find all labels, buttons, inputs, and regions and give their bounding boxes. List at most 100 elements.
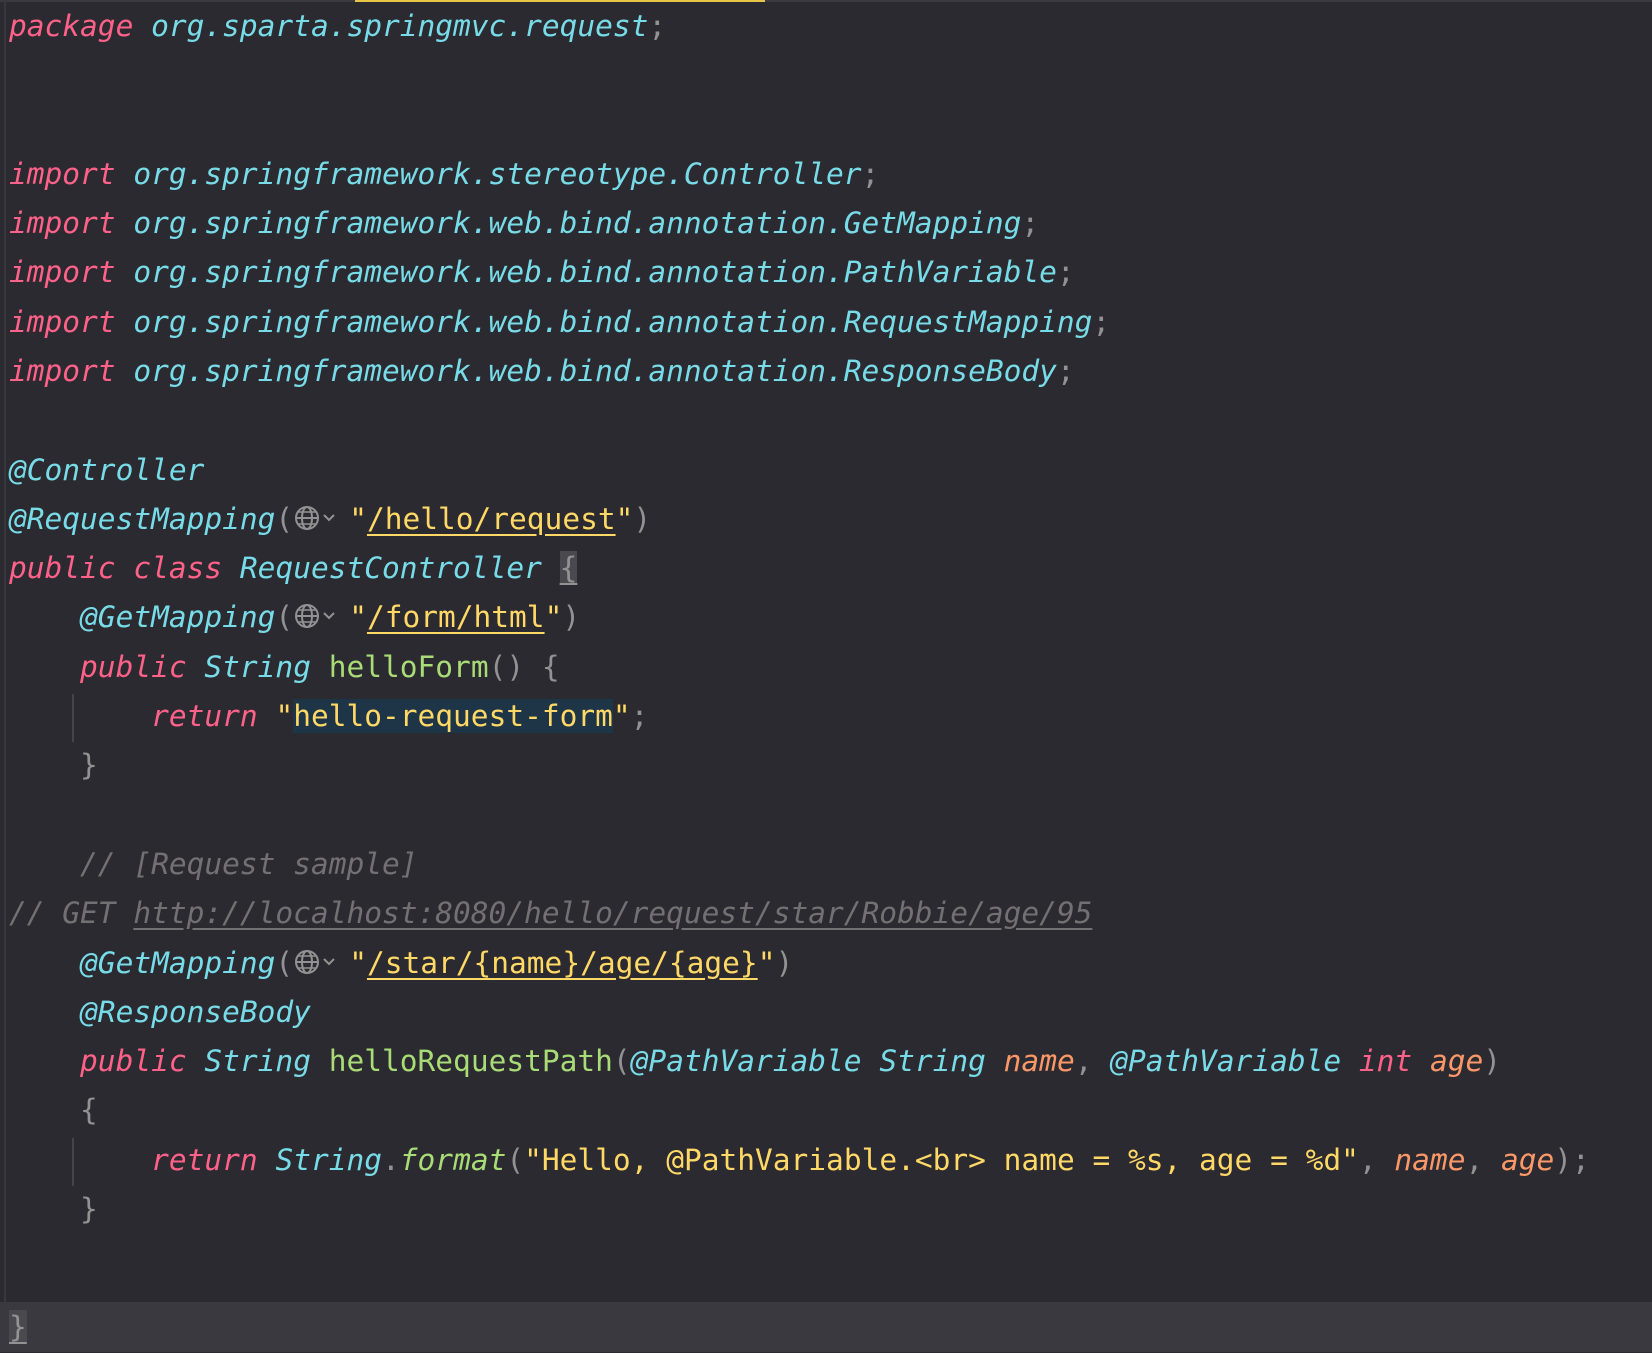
string-quote: " [349,946,367,980]
type: String [275,1143,383,1177]
annotation: @PathVariable [630,1044,862,1078]
editor-gutter-border [4,0,6,1352]
keyword: public [80,650,187,684]
punctuation: ; [1021,206,1040,240]
punctuation: ( [275,946,294,980]
url-path-link[interactable]: /hello/request [367,502,616,536]
keyword: package [9,9,134,43]
import-path: org.springframework.web.bind.annotation.… [133,354,1057,388]
code-line-annotation[interactable]: @Controller [9,444,204,496]
comment: // GET [9,896,134,930]
keyword: return [151,1143,258,1177]
code-line-return[interactable]: return "hello-request-form"; [9,690,648,742]
method-call: format [399,1143,507,1177]
annotation: @RequestMapping [9,502,276,536]
import-path: org.springframework.web.bind.annotation.… [133,255,1057,289]
package-name: org.sparta.springmvc.request [151,9,649,43]
punctuation: , [1358,1143,1377,1177]
parameter: name [1003,1044,1075,1078]
punctuation: . [382,1143,400,1177]
punctuation: ); [1554,1143,1590,1177]
code-line-package[interactable]: package org.sparta.springmvc.request; [9,0,666,52]
code-line-comment[interactable]: // [Request sample] [9,838,418,890]
code-line-method-helloform[interactable]: public String helloForm() { [9,641,560,693]
keyword: import [9,255,116,289]
punctuation: { [80,1093,98,1127]
punctuation: ; [1056,255,1075,289]
type: String [879,1044,986,1078]
keyword: import [9,206,116,240]
code-line-open-brace[interactable]: { [9,1084,98,1136]
punctuation: , [1465,1143,1484,1177]
class-name: RequestController [239,551,542,585]
code-line-import[interactable]: import org.springframework.web.bind.anno… [9,345,1075,397]
string-quote: " [349,600,367,634]
keyword: int [1358,1044,1413,1078]
import-path: org.springframework.stereotype.Controlle… [133,157,862,191]
current-line-highlight [0,1302,1652,1352]
punctuation: , [1074,1044,1093,1078]
matched-brace: } [9,1310,27,1344]
code-line-request-mapping[interactable]: @RequestMapping("/hello/request") [9,493,651,545]
method-name: helloForm [328,650,489,684]
punctuation: { [541,650,560,684]
code-line-get-mapping[interactable]: @GetMapping( "/star/{name}/age/{age}") [9,937,793,989]
punctuation: ) [1483,1044,1502,1078]
string-literal: "Hello, @PathVariable.<br> name = %s, ag… [524,1143,1359,1177]
code-line-close-class[interactable]: } [9,1301,27,1353]
code-line-comment[interactable]: // GET http://localhost:8080/hello/reque… [9,887,1092,939]
argument: name [1394,1143,1466,1177]
code-line-import[interactable]: import org.springframework.web.bind.anno… [9,246,1075,298]
annotation: @GetMapping [80,600,276,634]
string-quote: " [615,502,634,536]
code-editor[interactable]: package org.sparta.springmvc.request; im… [0,0,1652,1352]
punctuation: ( [506,1143,525,1177]
keyword: public [9,551,116,585]
code-line-close-brace[interactable]: } [9,739,98,791]
globe-dropdown-icon[interactable] [293,947,349,977]
code-line-get-mapping[interactable]: @GetMapping( "/form/html") [9,591,580,643]
annotation: @GetMapping [80,946,276,980]
code-line-return-format[interactable]: return String.format("Hello, @PathVariab… [9,1134,1590,1186]
globe-dropdown-icon[interactable] [293,601,349,631]
keyword: public [80,1044,187,1078]
punctuation: ( [612,1044,631,1078]
string-quote: " [275,699,294,733]
string-quote: " [757,946,776,980]
type: String [204,650,311,684]
code-line-import[interactable]: import org.springframework.web.bind.anno… [9,296,1110,348]
keyword: import [9,157,116,191]
comment: // [Request sample] [80,847,418,881]
string-quote: " [544,600,563,634]
punctuation: ; [648,9,667,43]
annotation: @Controller [9,453,205,487]
code-line-close-brace[interactable]: } [9,1183,98,1235]
parameter: age [1429,1044,1484,1078]
string-quote: " [612,699,631,733]
keyword: class [133,551,223,585]
comment-url-link[interactable]: http://localhost:8080/hello/request/star… [133,896,1092,930]
method-name: helloRequestPath [328,1044,613,1078]
globe-dropdown-icon[interactable] [293,503,349,533]
keyword: import [9,354,116,388]
code-line-method-hellorequestpath[interactable]: public String helloRequestPath(@PathVari… [9,1035,1501,1087]
punctuation: ) [775,946,794,980]
keyword: import [9,305,116,339]
type: String [204,1044,311,1078]
punctuation: } [80,1192,98,1226]
code-line-annotation[interactable]: @ResponseBody [9,986,311,1038]
url-path-link[interactable]: /form/html [367,600,545,634]
punctuation: ( [275,600,294,634]
annotation: @PathVariable [1110,1044,1342,1078]
punctuation: ) [562,600,581,634]
selected-string: hello-request-form [293,699,613,733]
url-path-link[interactable]: /star/{name}/age/{age} [367,946,758,980]
argument: age [1500,1143,1555,1177]
code-line-import[interactable]: import org.springframework.web.bind.anno… [9,197,1039,249]
punctuation: () [488,650,525,684]
punctuation: ; [630,699,649,733]
code-line-class-declaration[interactable]: public class RequestController { [9,542,578,594]
import-path: org.springframework.web.bind.annotation.… [133,305,1093,339]
punctuation: ( [275,502,294,536]
code-line-import[interactable]: import org.springframework.stereotype.Co… [9,148,879,200]
